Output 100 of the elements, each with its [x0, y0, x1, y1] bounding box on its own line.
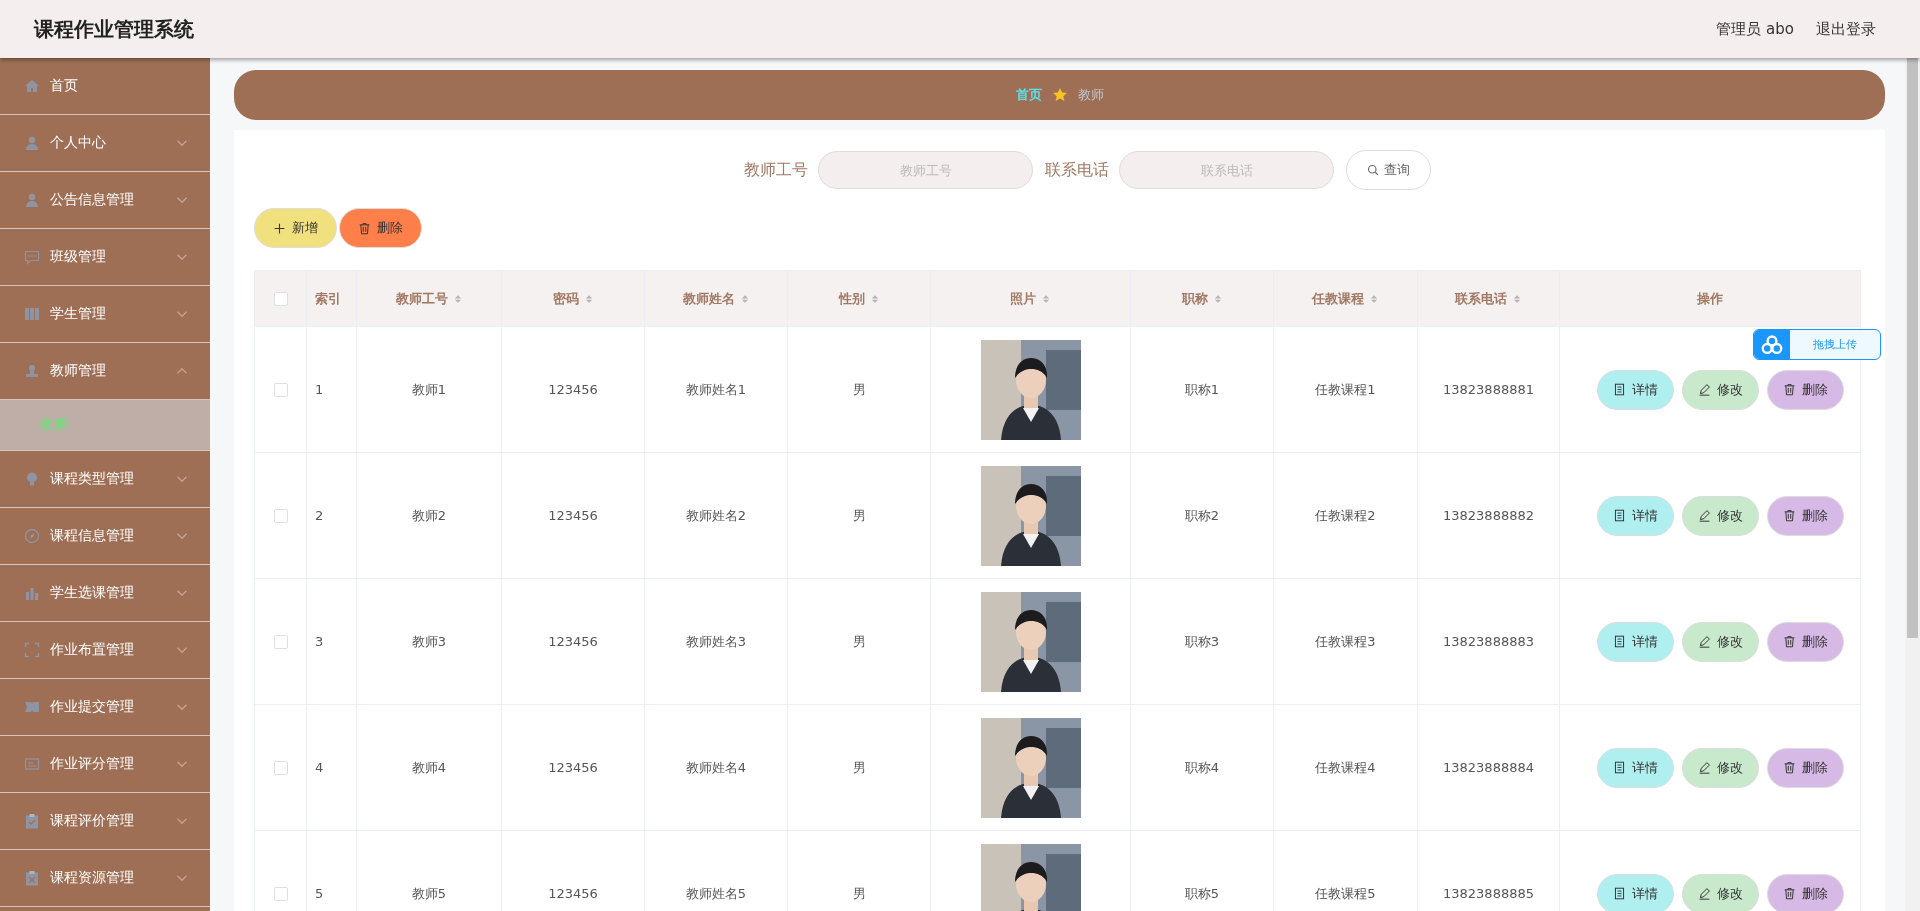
- column-header: 任教课程: [1312, 289, 1364, 308]
- document-icon: [1612, 635, 1626, 648]
- menu-item[interactable]: 课程信息管理: [0, 508, 210, 565]
- delete-button[interactable]: 删除: [1766, 495, 1844, 536]
- table-cell: 123456: [548, 508, 598, 523]
- edit-button[interactable]: 修改: [1681, 621, 1759, 662]
- table-cell: 123456: [548, 634, 598, 649]
- select-all-checkbox[interactable]: [273, 292, 288, 307]
- table-cell: 任教课程3: [1315, 633, 1376, 649]
- table-cell: 教师姓名1: [685, 381, 747, 397]
- edit-button[interactable]: 修改: [1681, 495, 1759, 536]
- row-checkbox[interactable]: [273, 635, 288, 650]
- search-button[interactable]: 查询: [1346, 150, 1431, 190]
- delete-button[interactable]: 删除: [1766, 369, 1844, 410]
- row-checkbox[interactable]: [273, 887, 288, 902]
- document-icon: [1612, 887, 1626, 900]
- menu-item[interactable]: 首页: [0, 58, 210, 115]
- column-header: 联系电话: [1455, 289, 1507, 308]
- logout-link[interactable]: 退出登录: [1816, 19, 1876, 39]
- detail-button[interactable]: 详情: [1596, 495, 1674, 536]
- table-cell: 13823888883: [1443, 634, 1534, 649]
- pencil-icon: [1697, 509, 1711, 522]
- cloud-icon: [1761, 333, 1783, 356]
- table-cell: 职称4: [1184, 759, 1220, 775]
- trash-icon: [1782, 887, 1796, 900]
- detail-button[interactable]: 详情: [1596, 369, 1674, 410]
- table-cell: 教师姓名3: [685, 633, 747, 649]
- menu-item[interactable]: 学生选课管理: [0, 565, 210, 622]
- detail-button[interactable]: 详情: [1596, 621, 1674, 662]
- field-label: 联系电话: [1045, 159, 1109, 181]
- menu-item[interactable]: 个人中心: [0, 115, 210, 172]
- table-cell: 13823888884: [1443, 760, 1534, 775]
- table-cell: 教师1: [411, 381, 447, 397]
- delete-button[interactable]: 删除: [339, 208, 422, 248]
- menu-item[interactable]: 课程类型管理: [0, 451, 210, 508]
- table-cell: 2: [315, 508, 324, 523]
- scrollbar-thumb[interactable]: [1907, 58, 1918, 638]
- row-checkbox[interactable]: [273, 383, 288, 398]
- delete-button[interactable]: 删除: [1766, 873, 1844, 911]
- detail-button[interactable]: 详情: [1596, 873, 1674, 911]
- field-label: 教师工号: [744, 159, 808, 181]
- clipboard-icon: [24, 870, 40, 886]
- table-cell: 职称3: [1184, 633, 1220, 649]
- menu-item[interactable]: 公告信息管理: [0, 172, 210, 229]
- ticket-icon: [24, 699, 40, 715]
- star-icon: [1051, 87, 1068, 103]
- menu-item[interactable]: 作业布置管理: [0, 622, 210, 679]
- document-icon: [1612, 761, 1626, 774]
- menu-item[interactable]: 班级管理: [0, 229, 210, 286]
- table-cell: 任教课程1: [1315, 381, 1376, 397]
- table-cell: 任教课程2: [1315, 507, 1376, 523]
- table-cell: 男: [852, 381, 866, 397]
- table-cell: 男: [852, 759, 866, 775]
- table-cell: 教师姓名4: [685, 759, 747, 775]
- table-cell: 3: [315, 634, 324, 649]
- table-cell: 任教课程5: [1315, 885, 1376, 901]
- breadcrumb-link[interactable]: 首页: [1015, 86, 1042, 104]
- person-icon: [24, 192, 40, 208]
- menu-item[interactable]: 学生管理: [0, 286, 210, 343]
- table-cell: 123456: [548, 760, 598, 775]
- user-name: 管理员 abo: [1716, 19, 1794, 39]
- row-checkbox[interactable]: [273, 509, 288, 524]
- menu-item[interactable]: 作业评分管理: [0, 736, 210, 793]
- row-checkbox[interactable]: [273, 761, 288, 776]
- table-cell: 教师姓名2: [685, 507, 747, 523]
- delete-button[interactable]: 删除: [1766, 747, 1844, 788]
- scrollbar[interactable]: [1905, 58, 1920, 911]
- menu-item[interactable]: 作业提交管理: [0, 679, 210, 736]
- column-header: 教师姓名: [682, 289, 735, 308]
- menu-item[interactable]: 课程评价管理: [0, 793, 210, 850]
- edit-button[interactable]: 修改: [1681, 747, 1759, 788]
- bar-chart-icon: [24, 585, 40, 601]
- column-header: 职称: [1181, 289, 1208, 308]
- edit-button[interactable]: 修改: [1681, 873, 1759, 911]
- pencil-icon: [1697, 761, 1711, 774]
- add-button[interactable]: 新增: [254, 208, 337, 248]
- column-header: 密码: [552, 289, 579, 308]
- table-cell: 教师4: [411, 759, 447, 775]
- trash-icon: [1782, 635, 1796, 648]
- table-cell: 13823888882: [1443, 508, 1534, 523]
- table-cell: 男: [852, 885, 866, 901]
- upload-badge[interactable]: 拖拽上传: [1753, 329, 1881, 360]
- table-cell: 123456: [548, 382, 598, 397]
- column-header: 索引: [315, 289, 341, 308]
- delete-button[interactable]: 删除: [1766, 621, 1844, 662]
- app-title: 课程作业管理系统: [34, 15, 194, 43]
- table-cell: 职称5: [1184, 885, 1220, 901]
- table-cell: 123456: [548, 886, 598, 901]
- table-cell: 教师2: [411, 507, 447, 523]
- home-icon: [24, 78, 40, 94]
- table-cell: 教师5: [411, 885, 447, 901]
- card-icon: [24, 756, 40, 772]
- trash-icon: [1782, 509, 1796, 522]
- pencil-icon: [1697, 635, 1711, 648]
- table-cell: 5: [315, 886, 324, 901]
- trash-icon: [1782, 383, 1796, 396]
- edit-button[interactable]: 修改: [1681, 369, 1759, 410]
- detail-button[interactable]: 详情: [1596, 747, 1674, 788]
- table-cell: 男: [852, 507, 866, 523]
- menu-item[interactable]: 课程资源管理: [0, 850, 210, 907]
